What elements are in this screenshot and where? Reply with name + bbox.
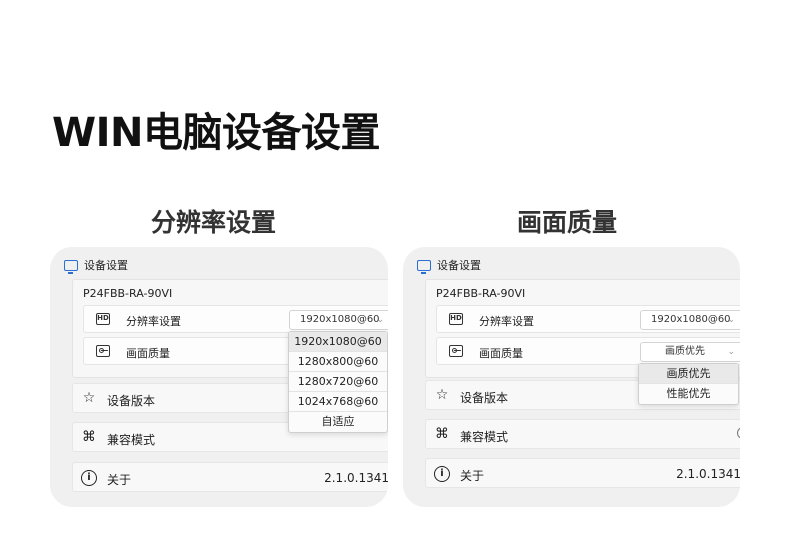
about-version-value: 2.1.0.1341 — [676, 467, 740, 481]
chevron-down-icon: ⌄ — [376, 315, 384, 325]
dropdown-option[interactable]: 自适应 — [289, 412, 387, 432]
window-title: 设备设置 — [84, 259, 128, 272]
dropdown-option[interactable]: 1280x720@60 — [289, 372, 387, 392]
device-name: P24FBB-RA-90VI — [436, 287, 526, 300]
resolution-select[interactable]: 1920x1080@60 ⌄ — [289, 310, 388, 330]
quality-select-value: 画质优先 — [665, 346, 705, 357]
quality-settings-panel: 设备设置 P24FBB-RA-90VI HD 分辨率设置 1920x1080@6… — [403, 247, 740, 507]
resolution-setting-row: HD 分辨率设置 1920x1080@60 ⌄ — [436, 305, 740, 333]
about-version-value: 2.1.0.1341 — [324, 471, 388, 485]
hd-icon: HD — [96, 313, 110, 325]
image-icon — [449, 345, 463, 357]
window-title-bar: 设备设置 — [64, 257, 128, 274]
dropdown-option[interactable]: 1920x1080@60 — [289, 332, 387, 352]
resolution-select[interactable]: 1920x1080@60 ⌄ — [640, 310, 740, 330]
section-title-quality: 画面质量 — [517, 208, 618, 237]
resolution-setting-row: HD 分辨率设置 1920x1080@60 ⌄ — [83, 305, 388, 333]
resolution-label: 分辨率设置 — [479, 315, 534, 328]
monitor-icon — [417, 259, 431, 274]
monitor-icon — [64, 259, 78, 274]
window-title-bar: 设备设置 — [417, 257, 481, 274]
command-icon: ⌘ — [435, 426, 449, 442]
about-label: 关于 — [460, 469, 485, 483]
page-title: WIN电脑设备设置 — [52, 110, 380, 156]
info-icon: i — [81, 470, 97, 486]
quality-select[interactable]: 画质优先 ⌄ — [640, 342, 740, 362]
device-version-label: 设备版本 — [460, 391, 509, 405]
window-title: 设备设置 — [437, 259, 481, 272]
dropdown-option[interactable]: 性能优先 — [639, 384, 738, 404]
hd-icon: HD — [449, 313, 463, 325]
star-icon: ☆ — [82, 390, 96, 406]
quality-setting-row: 画面质量 画质优先 ⌄ — [436, 337, 740, 365]
resolution-select-value: 1920x1080@60 — [300, 314, 380, 325]
command-icon: ⌘ — [82, 429, 96, 445]
quality-label: 画面质量 — [479, 347, 523, 360]
section-title-resolution: 分辨率设置 — [151, 208, 277, 237]
dropdown-option[interactable]: 1280x800@60 — [289, 352, 387, 372]
resolution-settings-panel: 设备设置 P24FBB-RA-90VI HD 分辨率设置 1920x1080@6… — [50, 247, 388, 507]
star-icon: ☆ — [435, 387, 449, 403]
dropdown-option[interactable]: 画质优先 — [639, 364, 738, 384]
resolution-label: 分辨率设置 — [126, 315, 181, 328]
quality-label: 画面质量 — [126, 347, 170, 360]
about-row[interactable]: i 关于 2.1.0.1341 — [425, 458, 740, 488]
about-label: 关于 — [107, 473, 132, 487]
chevron-down-icon: ⌄ — [727, 347, 735, 357]
resolution-dropdown-menu: 1920x1080@60 1280x800@60 1280x720@60 102… — [288, 331, 388, 433]
info-icon: i — [434, 466, 450, 482]
dropdown-option[interactable]: 1024x768@60 — [289, 392, 387, 412]
compat-mode-toggle[interactable] — [737, 427, 740, 439]
about-row[interactable]: i 关于 2.1.0.1341 — [72, 462, 388, 492]
compat-mode-row[interactable]: ⌘ 兼容模式 — [425, 419, 740, 449]
chevron-down-icon: ⌄ — [727, 315, 735, 325]
compat-mode-label: 兼容模式 — [107, 433, 156, 447]
device-name: P24FBB-RA-90VI — [83, 287, 173, 300]
quality-dropdown-menu: 画质优先 性能优先 — [638, 363, 739, 405]
compat-mode-label: 兼容模式 — [460, 430, 509, 444]
resolution-select-value: 1920x1080@60 — [651, 314, 731, 325]
image-icon — [96, 345, 110, 357]
device-version-label: 设备版本 — [107, 394, 156, 408]
